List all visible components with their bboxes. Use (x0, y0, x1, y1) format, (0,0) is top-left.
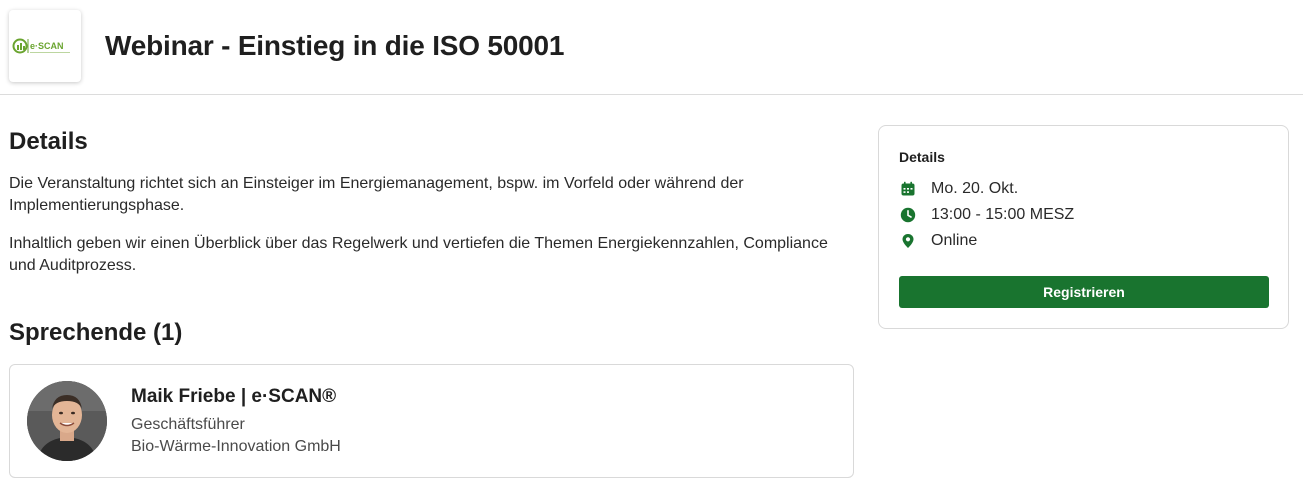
svg-text:e·SCAN: e·SCAN (30, 41, 64, 51)
speaker-avatar (27, 381, 107, 461)
clock-icon (899, 206, 917, 224)
speaker-role: Geschäftsführer (131, 416, 245, 433)
description-paragraph-2: Inhaltlich geben wir einen Überblick übe… (9, 235, 828, 274)
escan-logo-icon: e·SCAN (12, 38, 70, 54)
speakers-heading: Sprechende (1) (9, 319, 183, 346)
organizer-logo[interactable]: e·SCAN (9, 10, 81, 82)
event-details-card: Details Mo. 20. Okt. 13:00 - 15:00 MESZ (878, 125, 1289, 329)
speaker-name[interactable]: Maik Friebe | e·SCAN® (131, 386, 336, 408)
description-paragraph-1: Die Veranstaltung richtet sich an Einste… (9, 175, 744, 214)
speaker-card[interactable]: Maik Friebe | e·SCAN® Geschäftsführer Bi… (9, 364, 854, 478)
register-button[interactable]: Registrieren (899, 276, 1269, 308)
location-pin-icon (899, 232, 917, 250)
event-location-row: Online (899, 231, 977, 251)
page-header: e·SCAN Webinar - Einstieg in die ISO 500… (0, 0, 1303, 95)
event-time: 13:00 - 15:00 MESZ (931, 206, 1075, 223)
event-location: Online (931, 232, 978, 249)
page-title: Webinar - Einstieg in die ISO 50001 (105, 30, 565, 61)
event-date: Mo. 20. Okt. (931, 180, 1019, 197)
calendar-icon (899, 180, 917, 198)
details-heading: Details (9, 128, 88, 155)
event-date-row: Mo. 20. Okt. (899, 179, 1018, 199)
event-details-heading: Details (899, 149, 945, 165)
speaker-company: Bio-Wärme-Innovation GmbH (131, 438, 341, 455)
event-time-row: 13:00 - 15:00 MESZ (899, 205, 1074, 225)
speaker-photo (27, 381, 107, 461)
